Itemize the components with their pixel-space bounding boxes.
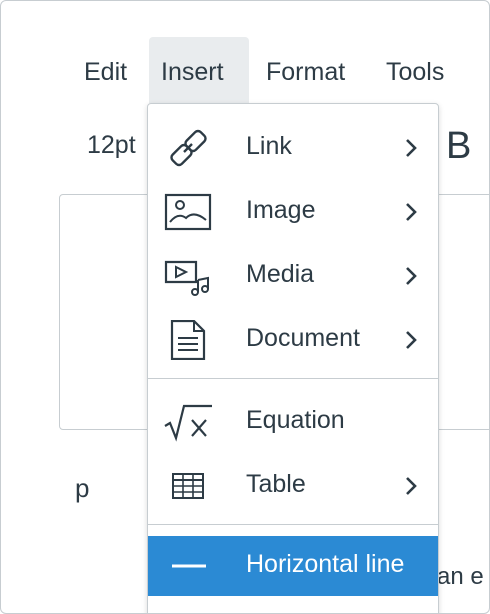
background-text: an e xyxy=(437,563,484,590)
menu-tools[interactable]: Tools xyxy=(374,37,456,103)
menu-item-link[interactable]: Link xyxy=(148,118,438,178)
menu-item-horizontal-line[interactable]: Horizontal line xyxy=(148,536,438,596)
menu-item-label: Link xyxy=(246,132,292,160)
menu-item-document[interactable]: Document xyxy=(148,310,438,370)
menu-item-label: Media xyxy=(246,260,315,288)
menu-item-label: Image xyxy=(246,196,316,224)
menu-insert[interactable]: Insert xyxy=(149,37,249,103)
media-icon xyxy=(162,256,214,296)
chevron-right-icon xyxy=(404,202,418,222)
chevron-right-icon xyxy=(404,476,418,496)
table-icon xyxy=(162,466,214,506)
menu-edit[interactable]: Edit xyxy=(72,37,139,103)
menu-divider xyxy=(148,378,438,379)
menu-item-table[interactable]: Table xyxy=(148,456,438,516)
menu-item-label: Table xyxy=(246,470,306,498)
bold-button[interactable]: B xyxy=(446,125,471,168)
chevron-right-icon xyxy=(404,330,418,350)
menu-item-label: Document xyxy=(246,324,360,352)
equation-icon xyxy=(162,402,214,442)
document-icon xyxy=(162,319,214,361)
menu-divider xyxy=(148,524,438,525)
chevron-right-icon xyxy=(404,138,418,158)
menu-item-label: Horizontal line xyxy=(246,550,405,578)
element-path[interactable]: p xyxy=(75,473,89,504)
link-icon xyxy=(162,128,214,168)
font-size-select[interactable]: 12pt xyxy=(87,131,136,160)
horizontal-line-icon xyxy=(162,546,214,586)
image-icon xyxy=(162,192,214,232)
menu-item-label: Equation xyxy=(246,406,345,434)
menu-format[interactable]: Format xyxy=(254,37,357,103)
insert-menu-dropdown: Link Image Media Document Equation Table… xyxy=(147,103,439,613)
editor-window: Edit Insert Format Tools 12pt B p an e L… xyxy=(0,0,490,614)
menu-item-media[interactable]: Media xyxy=(148,246,438,306)
menu-item-image[interactable]: Image xyxy=(148,182,438,242)
menu-item-equation[interactable]: Equation xyxy=(148,392,438,452)
chevron-right-icon xyxy=(404,266,418,286)
